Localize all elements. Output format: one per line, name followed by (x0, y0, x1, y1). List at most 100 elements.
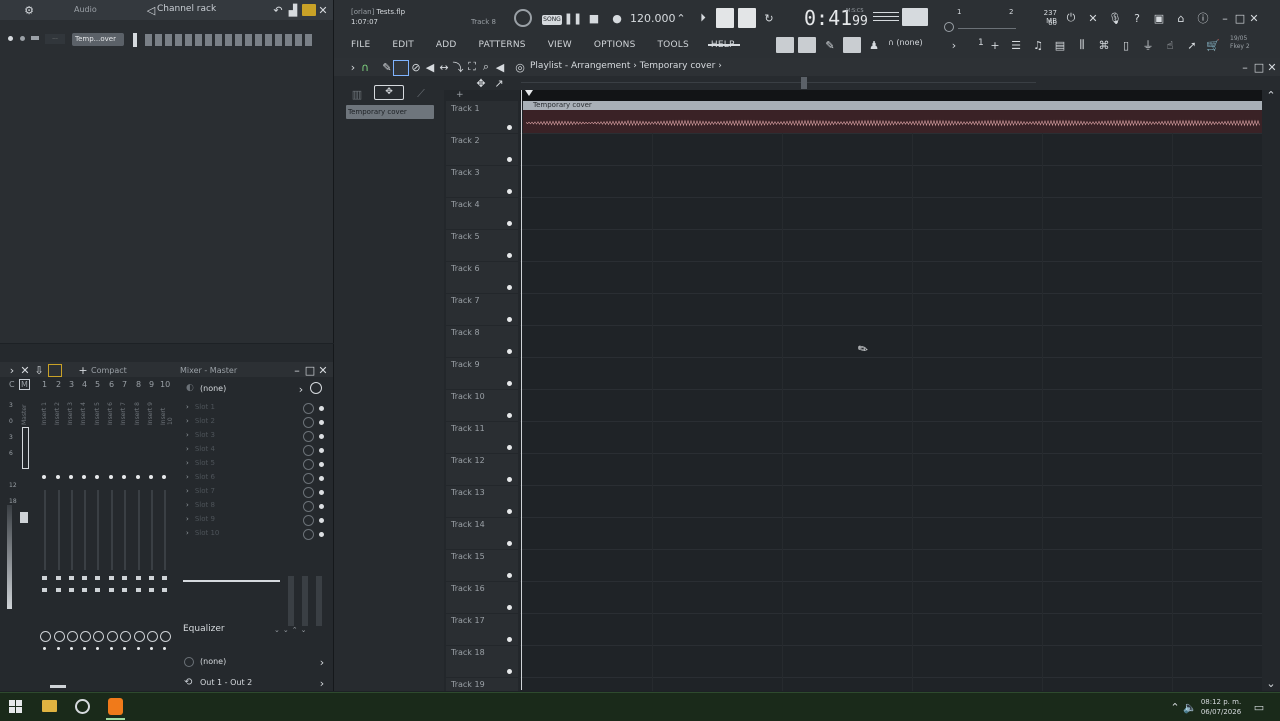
render-button[interactable]: ➚ (1185, 38, 1199, 52)
mixer-layout-toggle[interactable] (48, 364, 62, 377)
slice-tool-button[interactable]: ⤵ (451, 60, 465, 74)
channel-led[interactable] (8, 36, 13, 41)
insert-route-knob[interactable] (147, 631, 158, 642)
insert-led[interactable] (82, 475, 86, 479)
track-mute-led[interactable] (507, 349, 512, 354)
insert-route-knob[interactable] (67, 631, 78, 642)
zoom-tool-button[interactable]: ⌕ (479, 60, 493, 74)
insert-route-led[interactable] (83, 647, 86, 650)
metronome-button[interactable]: ⌃ (674, 11, 688, 25)
channel-rack-button[interactable]: ▤ (1053, 38, 1067, 52)
track-mute-led[interactable] (507, 669, 512, 674)
track-header[interactable]: Track 9 (446, 357, 518, 390)
scroll-up-button[interactable]: ⌃ (1264, 88, 1278, 102)
tempo-display[interactable]: 120.000 (630, 12, 676, 25)
help-button[interactable]: ? (1130, 11, 1144, 25)
effect-slot[interactable]: › Slot 7 (186, 487, 324, 500)
insert-fader-track[interactable] (164, 490, 166, 570)
insert-route-led[interactable] (96, 647, 99, 650)
slot-mix-knob[interactable] (303, 515, 314, 526)
step-edit-icon[interactable] (873, 12, 899, 24)
insert-stereo-knob[interactable] (69, 588, 74, 592)
insert-led[interactable] (149, 475, 153, 479)
track-mute-led[interactable] (507, 317, 512, 322)
insert-stereo-knob[interactable] (56, 588, 61, 592)
blend-notes-button[interactable] (738, 8, 756, 28)
pattern-next-button[interactable]: › (947, 38, 961, 52)
track-mute-led[interactable] (507, 445, 512, 450)
microphone-button[interactable]: 🎙 (1108, 11, 1122, 25)
picker-item[interactable]: Temporary cover (346, 105, 434, 119)
mute-tool-button[interactable]: ◀ (423, 60, 437, 74)
insert-pan-knob[interactable] (82, 576, 87, 580)
insert-route-knob[interactable] (80, 631, 91, 642)
menu-add[interactable]: ADD (425, 34, 468, 56)
insert-led[interactable] (109, 475, 113, 479)
insert-led[interactable] (136, 475, 140, 479)
slot-enable-led[interactable] (319, 448, 324, 453)
insert-led[interactable] (122, 475, 126, 479)
master-volume-slider[interactable] (708, 44, 740, 46)
playhead-line[interactable] (518, 90, 524, 690)
effect-slot[interactable]: › Slot 9 (186, 515, 324, 528)
insert-route-knob[interactable] (120, 631, 131, 642)
insert-pan-knob[interactable] (69, 576, 74, 580)
mixer-maximize-button[interactable]: □ (303, 363, 317, 377)
menu-file[interactable]: FILE (340, 34, 381, 56)
track-mute-led[interactable] (507, 413, 512, 418)
slot-mix-knob[interactable] (303, 431, 314, 442)
insert-enable-button[interactable] (310, 382, 322, 394)
picker-brush-button[interactable]: ⟋ (414, 87, 428, 101)
track-header[interactable]: Track 5 (446, 229, 518, 262)
playlist-minimize-button[interactable]: – (1238, 60, 1252, 74)
slot-arrow-icon[interactable]: › (186, 515, 189, 523)
eq-knobs[interactable]: ⌄⌄⌃⌄ (274, 626, 324, 646)
insert-pan-knob[interactable] (162, 576, 167, 580)
slot-mix-knob[interactable] (303, 501, 314, 512)
insert-fader-track[interactable] (58, 490, 60, 570)
timeline-ruler[interactable] (520, 90, 1262, 101)
vertical-scrollbar[interactable]: ⌃ ⌄ (1262, 88, 1280, 691)
track-mute-led[interactable] (507, 221, 512, 226)
insert-stereo-knob[interactable] (122, 588, 127, 592)
insert-route-knob[interactable] (54, 631, 65, 642)
track-mute-led[interactable] (507, 381, 512, 386)
channel-pan-knob[interactable] (20, 36, 25, 41)
insert-number-6[interactable]: 6 (109, 380, 114, 389)
menu-patterns[interactable]: PATTERNS (468, 34, 537, 56)
slot-enable-led[interactable] (319, 406, 324, 411)
insert-stereo-knob[interactable] (95, 588, 100, 592)
touch-controller-button[interactable]: ☝ (1163, 38, 1177, 52)
insert-pan-knob[interactable] (122, 576, 127, 580)
scroll-down-button[interactable]: ⌄ (1264, 676, 1278, 690)
mix-level-slider[interactable] (183, 580, 280, 582)
audio-clip-header[interactable] (523, 101, 1262, 110)
channel-volume-knob[interactable] (31, 36, 39, 40)
insert-pan-knob[interactable] (136, 576, 141, 580)
track-mute-led[interactable] (507, 637, 512, 642)
insert-route-led[interactable] (163, 647, 166, 650)
insert-number-8[interactable]: 8 (136, 380, 141, 389)
scroll-left-button[interactable]: ✥ (474, 76, 488, 90)
add-pattern-button[interactable]: + (988, 38, 1002, 52)
slip-tool-button[interactable]: ↔ (437, 60, 451, 74)
close-button[interactable]: ✕ (1247, 11, 1261, 25)
track-header[interactable]: Track 11 (446, 421, 518, 454)
insert-number-5[interactable]: 5 (95, 380, 100, 389)
mixer-add-button[interactable]: + (76, 363, 90, 377)
slot-mix-knob[interactable] (303, 445, 314, 456)
play-button[interactable]: ❚❚ (564, 11, 582, 25)
step-sequencer-toggle[interactable] (302, 4, 316, 16)
piano-roll-button[interactable]: ♫ (1031, 38, 1045, 52)
insert-fader-track[interactable] (71, 490, 73, 570)
shop-button[interactable]: 🛒 (1206, 38, 1220, 52)
track-header[interactable]: Track 15 (446, 549, 518, 582)
channel-select-bar[interactable] (133, 33, 137, 47)
insert-route-led[interactable] (70, 647, 73, 650)
volume-button[interactable]: 🔈 (1183, 700, 1197, 714)
info-button[interactable]: ⓘ (1196, 11, 1210, 25)
menu-tools[interactable]: TOOLS (646, 34, 699, 56)
delete-tool-button[interactable]: ⊘ (409, 60, 423, 74)
insert-fader-track[interactable] (84, 490, 86, 570)
horizontal-scrollbar[interactable] (521, 82, 1036, 83)
